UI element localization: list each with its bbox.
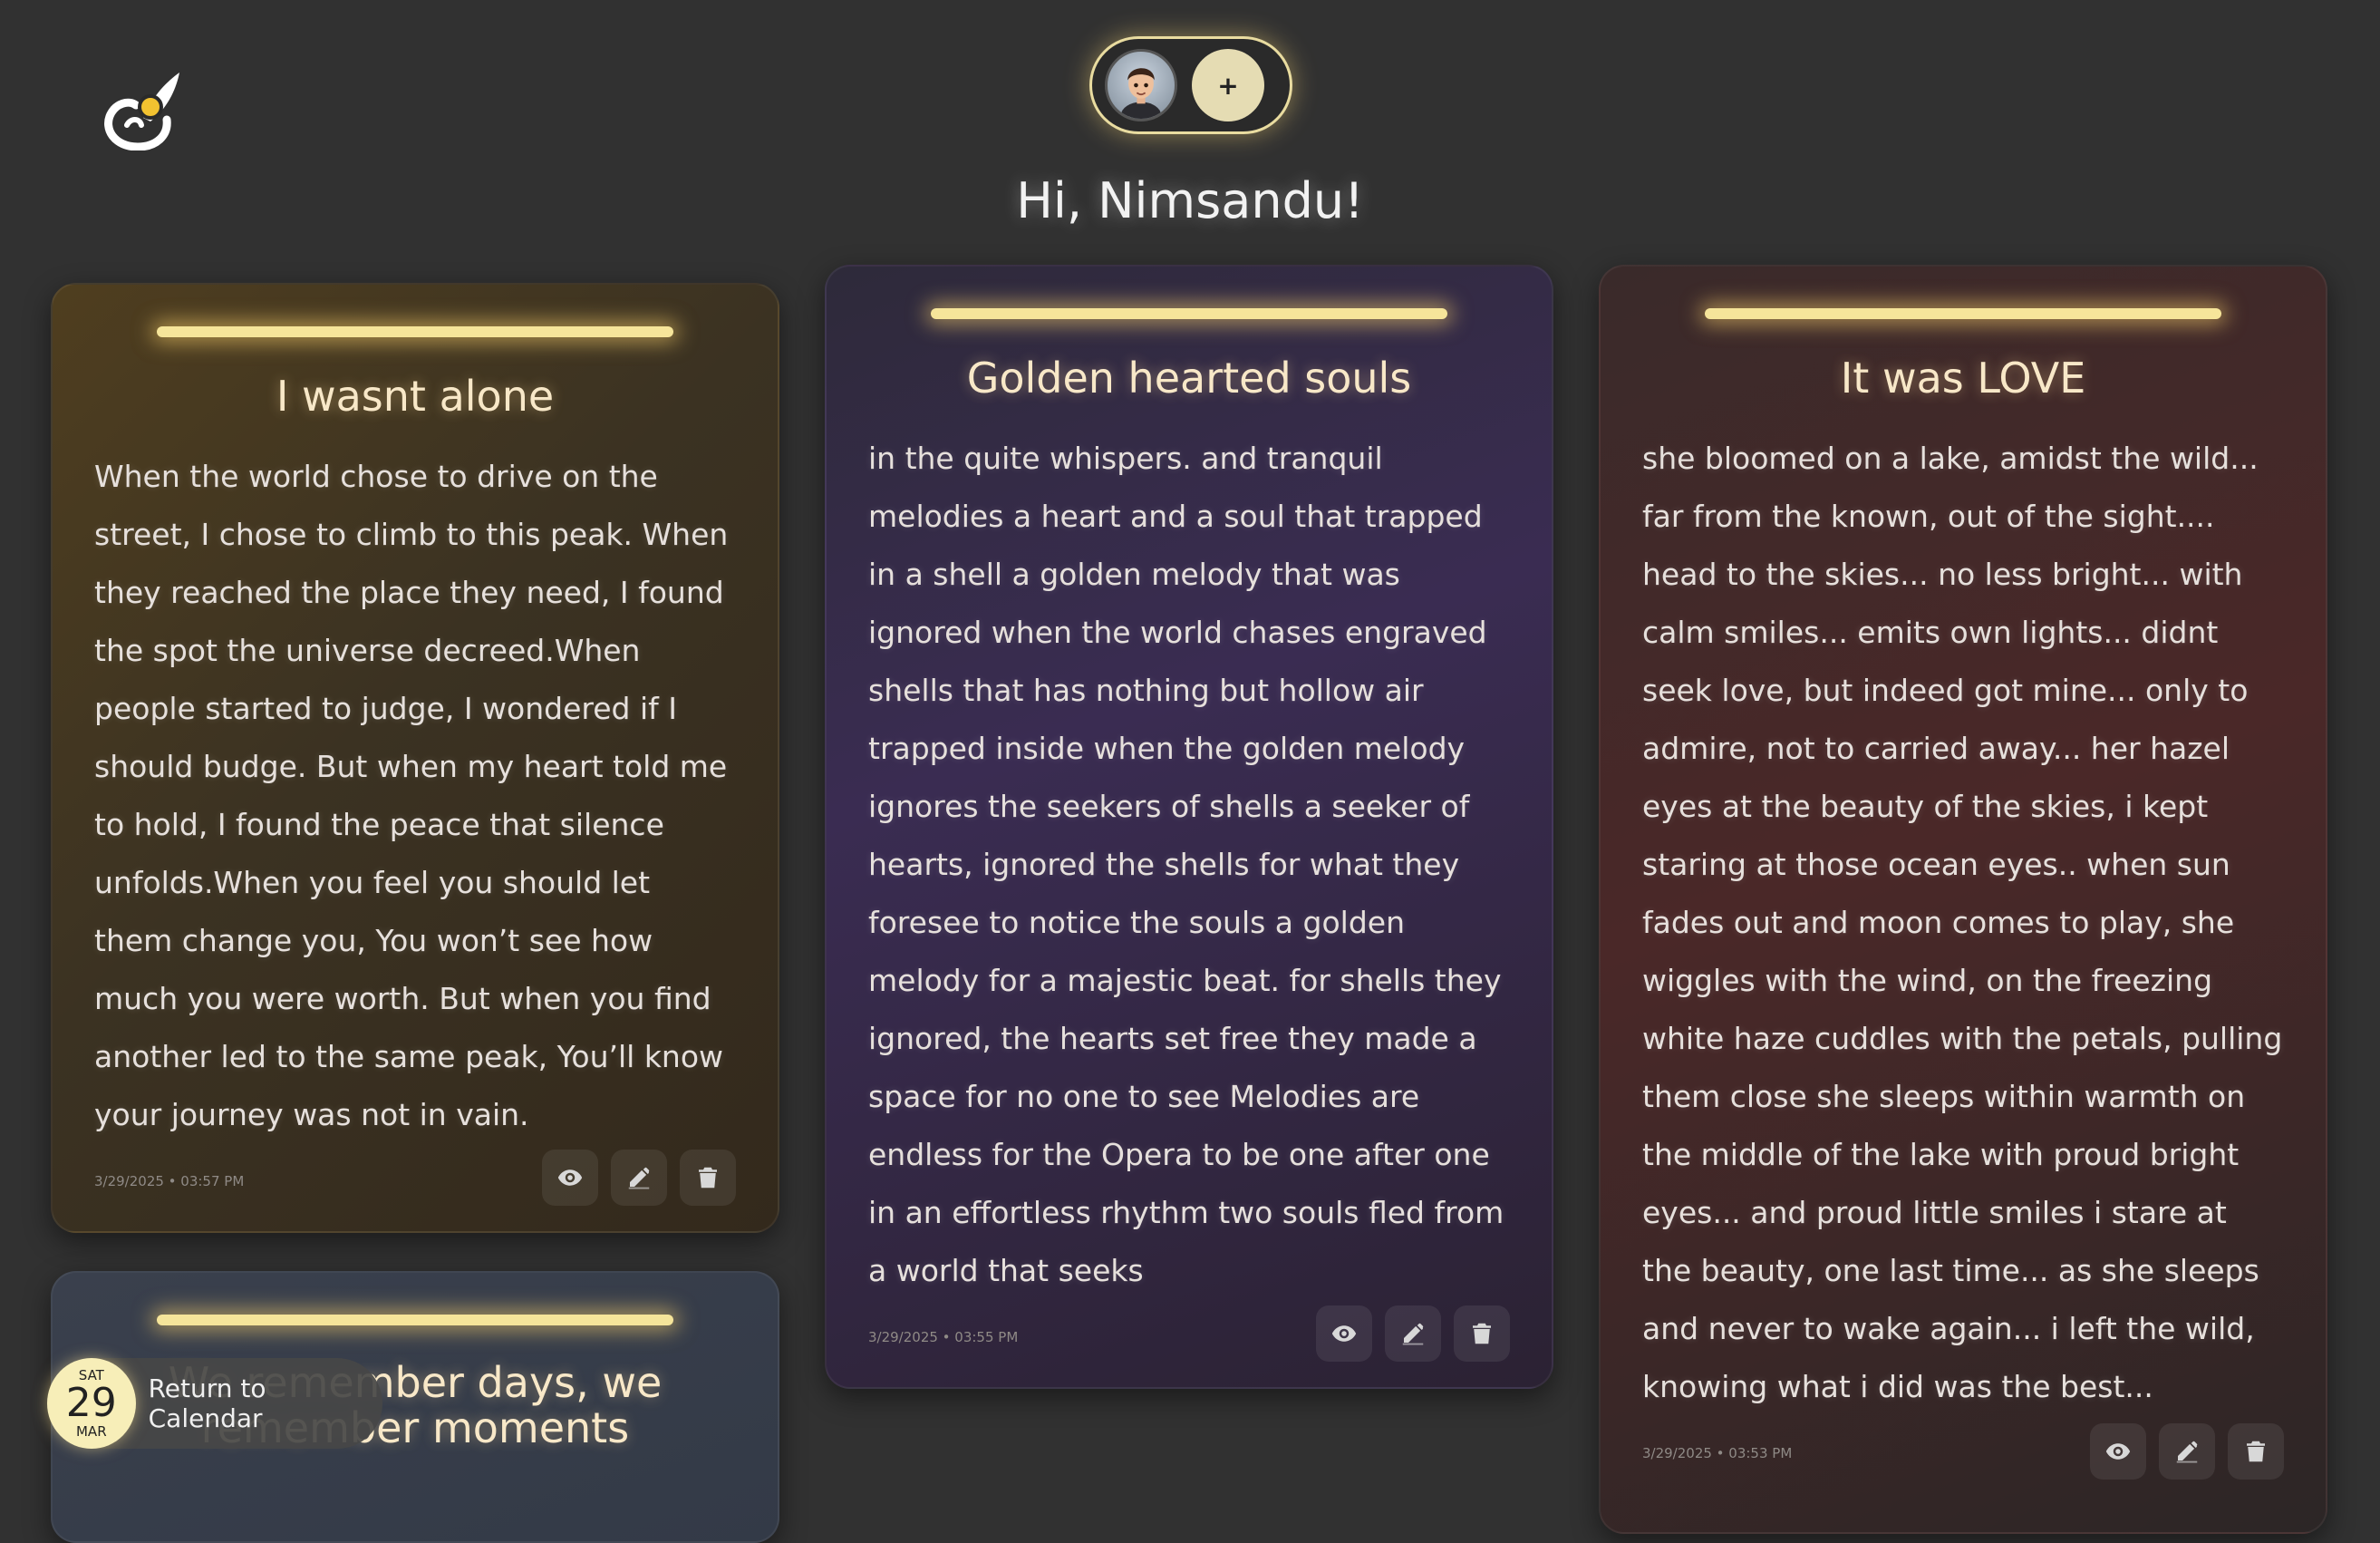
edit-icon bbox=[628, 1167, 650, 1189]
card-accent-bar bbox=[931, 308, 1447, 319]
eye-icon bbox=[557, 1169, 583, 1186]
trash-icon bbox=[699, 1167, 717, 1189]
eye-icon bbox=[1331, 1325, 1357, 1342]
card-title: Golden hearted souls bbox=[966, 354, 1412, 403]
eye-icon bbox=[2105, 1443, 2131, 1460]
card-title: I wasnt alone bbox=[276, 372, 555, 421]
card-actions bbox=[542, 1150, 736, 1206]
calendar-date-badge: SAT 29 MAR bbox=[47, 1358, 136, 1449]
card-body: in the quite whispers. and tranquil melo… bbox=[868, 441, 1504, 1288]
edit-button[interactable] bbox=[611, 1150, 667, 1206]
avatar[interactable] bbox=[1105, 49, 1177, 121]
calendar-day: 29 bbox=[65, 1380, 117, 1426]
delete-button[interactable] bbox=[1454, 1305, 1510, 1362]
delete-button[interactable] bbox=[680, 1150, 736, 1206]
account-switcher: + bbox=[1089, 36, 1292, 134]
calendar-button-label: Return to Calendar bbox=[148, 1373, 266, 1433]
view-button[interactable] bbox=[2090, 1423, 2146, 1480]
view-button[interactable] bbox=[1316, 1305, 1372, 1362]
edit-icon bbox=[2176, 1441, 2198, 1463]
journal-card[interactable]: It was LOVE she bloomed on a lake, amids… bbox=[1599, 265, 2327, 1534]
card-date: 3/29/2025 • 03:57 PM bbox=[94, 1173, 245, 1189]
card-accent-bar bbox=[157, 326, 673, 337]
delete-button[interactable] bbox=[2228, 1423, 2284, 1480]
card-date: 3/29/2025 • 03:55 PM bbox=[868, 1329, 1019, 1345]
view-button[interactable] bbox=[542, 1150, 598, 1206]
edit-button[interactable] bbox=[1385, 1305, 1441, 1362]
app-logo-icon[interactable] bbox=[100, 69, 181, 151]
greeting: Hi, Nimsandu! bbox=[1016, 172, 1364, 229]
trash-icon bbox=[2247, 1441, 2265, 1462]
trash-icon bbox=[1473, 1323, 1491, 1344]
edit-icon bbox=[1402, 1323, 1424, 1345]
return-to-calendar-button[interactable]: SAT 29 MAR Return to Calendar bbox=[47, 1358, 382, 1449]
card-accent-bar bbox=[1705, 308, 2221, 319]
card-actions bbox=[2090, 1423, 2284, 1480]
card-title: It was LOVE bbox=[1840, 354, 2086, 403]
journal-card[interactable]: Golden hearted souls in the quite whispe… bbox=[825, 265, 1553, 1389]
journal-card[interactable]: I wasnt alone When the world chose to dr… bbox=[51, 283, 779, 1233]
add-account-button[interactable]: + bbox=[1192, 49, 1264, 121]
card-actions bbox=[1316, 1305, 1510, 1362]
calendar-month: MAR bbox=[75, 1423, 107, 1440]
card-body: When the world chose to drive on the str… bbox=[94, 459, 729, 1132]
card-accent-bar bbox=[157, 1315, 673, 1325]
card-date: 3/29/2025 • 03:53 PM bbox=[1642, 1445, 1793, 1461]
edit-button[interactable] bbox=[2159, 1423, 2215, 1480]
card-body: she bloomed on a lake, amidst the wild..… bbox=[1642, 441, 2283, 1404]
